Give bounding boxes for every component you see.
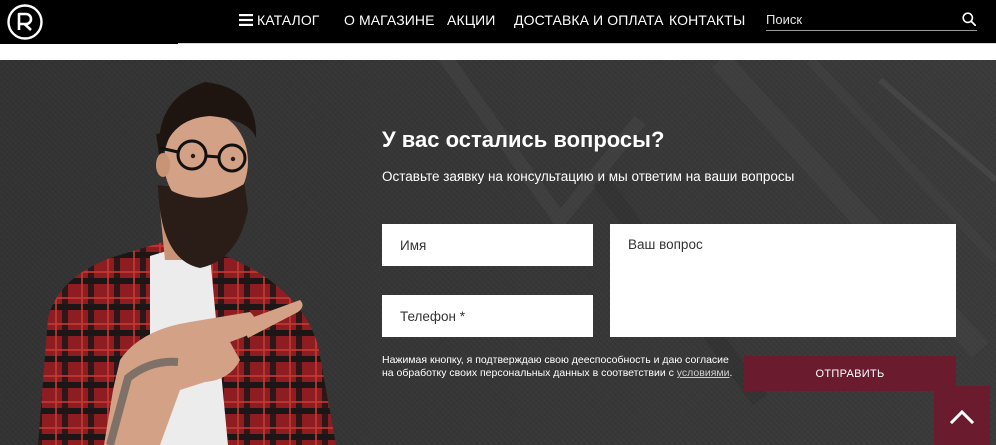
nav-catalog-label: КАТАЛОГ [257,12,320,28]
submit-button[interactable]: ОТПРАВИТЬ [744,356,956,391]
phone-field[interactable] [382,295,593,337]
nav-delivery[interactable]: ДОСТАВКА И ОПЛАТА [514,12,664,28]
menu-icon [239,13,253,26]
nav-contacts[interactable]: КОНТАКТЫ [669,12,745,28]
search-icon[interactable] [962,12,976,26]
divider [178,43,996,44]
question-field[interactable] [610,224,956,337]
terms-link[interactable]: условиями [677,367,730,379]
consultant-photo [38,82,336,445]
site-header: КАТАЛОГ О МАГАЗИНЕ АКЦИИ ДОСТАВКА И ОПЛА… [0,0,996,44]
nav-catalog[interactable]: КАТАЛОГ [239,12,320,28]
form-subtitle: Оставьте заявку на консультацию и мы отв… [382,169,795,184]
scroll-to-top-button[interactable] [934,386,990,445]
logo-icon[interactable] [6,3,44,41]
nav-promotions[interactable]: АКЦИИ [447,12,495,28]
nav-about[interactable]: О МАГАЗИНЕ [344,12,435,28]
name-field[interactable] [382,224,593,266]
header-spacer [0,44,996,60]
chevron-up-icon [949,409,975,425]
search-bar [766,9,977,31]
form-title: У вас остались вопросы? [382,127,665,152]
search-input[interactable] [766,9,956,29]
consent-end: . [729,367,733,379]
consent-text: Нажимая кнопку, я подтверждаю свою деесп… [382,354,734,380]
